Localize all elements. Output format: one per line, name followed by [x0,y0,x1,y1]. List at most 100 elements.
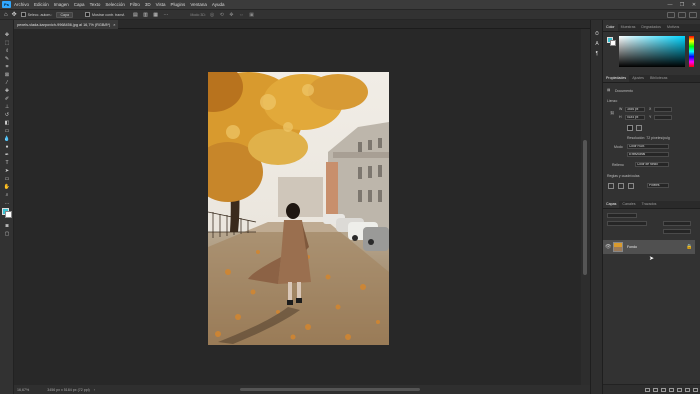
tab-color[interactable]: Color [603,24,618,31]
minimize-button[interactable]: — [664,2,676,8]
link-layers-icon[interactable] [645,387,650,392]
mode-dropdown[interactable]: Color RGB [627,144,669,149]
tab-degradados[interactable]: Degradados [638,24,664,31]
blur-icon[interactable]: 💧 [3,135,11,142]
3d-tool-icons[interactable]: ◎ ⟲ ✥ ⇔ ▣ [210,12,256,18]
fill-opacity-field[interactable] [663,229,691,234]
shape-icon[interactable]: ▭ [3,175,11,182]
color-picker-field[interactable] [619,36,685,67]
brush-icon[interactable]: ✐ [3,95,11,102]
workspace-icon[interactable] [678,11,686,18]
fill-dropdown[interactable]: Color de fondo [635,162,669,167]
hand-icon[interactable]: ✋ [3,183,11,190]
canvas-section-title[interactable]: Lienzo [607,99,617,103]
photoshop-logo-icon[interactable]: Ps [2,1,11,8]
height-field[interactable]: 5184 px [625,115,645,120]
menu-texto[interactable]: Texto [90,2,101,7]
home-icon[interactable]: ⌂ [4,12,8,18]
zoom-level[interactable]: 16,67% [17,388,29,392]
menu-imagen[interactable]: Imagen [54,2,69,7]
grid-icon[interactable] [618,183,624,189]
portrait-orientation-button[interactable] [627,125,633,131]
search-icon[interactable] [667,11,675,18]
healing-icon[interactable]: ✚ [3,87,11,94]
crop-icon[interactable]: ⌗ [3,63,11,70]
share-icon[interactable] [689,11,697,18]
layer-row[interactable]: 👁 Fondo 🔒 [603,240,695,254]
character-panel-icon[interactable]: A [593,40,601,47]
tab-canales[interactable]: Canales [619,201,638,208]
guides-unit-dropdown[interactable]: Píxeles [647,183,669,188]
show-transform-checkbox[interactable] [85,12,91,17]
dodge-icon[interactable]: ● [3,143,11,150]
status-arrow-icon[interactable]: › [94,388,95,392]
menu-vista[interactable]: Vista [156,2,166,7]
document-tab[interactable]: pexels-vlada-karpovich-9968456.jpg al 16… [14,20,118,29]
path-select-icon[interactable]: ➤ [3,167,11,174]
menu-3d[interactable]: 3D [145,2,151,7]
vertical-scroll-thumb[interactable] [583,140,587,275]
tab-bibliotecas[interactable]: Bibliotecas [647,75,670,82]
bit-depth-dropdown[interactable]: 8 bits/canal [627,152,669,157]
menu-plugins[interactable]: Plugins [171,2,186,7]
tab-muestras[interactable]: Muestras [618,24,639,31]
document-photo[interactable] [208,72,389,345]
lasso-icon[interactable]: ℓ [3,47,11,54]
tab-capas[interactable]: Capas [603,201,620,208]
marquee-icon[interactable]: ⬚ [3,39,11,46]
trash-icon[interactable] [693,387,698,392]
align-icons[interactable]: ▤ ▥ ▦ ⋯ [133,12,170,18]
guides-section-title[interactable]: Reglas y cuadrículas [607,174,640,178]
landscape-orientation-button[interactable] [636,125,642,131]
menu-filtro[interactable]: Filtro [130,2,140,7]
type-icon[interactable]: T [3,159,11,166]
fx-icon[interactable] [653,387,658,392]
maximize-button[interactable]: ❐ [676,2,688,8]
new-layer-icon[interactable] [685,387,690,392]
history-brush-icon[interactable]: ↺ [3,111,11,118]
gradient-icon[interactable]: ▭ [3,127,11,134]
autoselect-checkbox[interactable] [20,12,26,17]
menu-edicion[interactable]: Edición [34,2,49,7]
quick-mask-icon[interactable]: ◙ [3,222,11,229]
group-icon[interactable] [677,387,682,392]
menu-ayuda[interactable]: Ayuda [212,2,225,7]
lock-icon[interactable]: 🔒 [686,244,692,250]
mask-icon[interactable] [661,387,666,392]
menu-capa[interactable]: Capa [74,2,85,7]
adjustment-icon[interactable] [669,387,674,392]
blend-mode-dropdown[interactable] [607,221,647,226]
link-icon[interactable]: ⛓ [610,111,614,115]
background-color-swatch[interactable] [5,211,12,218]
screen-mode-icon[interactable]: ▢ [3,230,11,237]
opacity-field[interactable] [663,221,691,226]
tab-trazados[interactable]: Trazados [639,201,660,208]
paragraph-panel-icon[interactable]: ¶ [593,50,601,57]
history-panel-icon[interactable]: ⏱ [593,30,601,37]
eyedropper-icon[interactable]: ⁄ [3,79,11,86]
eye-visibility-icon[interactable]: 👁 [605,244,611,250]
ruler-icon[interactable] [608,183,614,189]
tab-ajustes[interactable]: Ajustes [629,75,647,82]
move-icon[interactable]: ✥ [3,31,11,38]
x-field[interactable] [654,107,672,112]
y-field[interactable] [654,115,672,120]
move-tool-icon[interactable]: ✥ [12,11,17,18]
layer-filter-dropdown[interactable] [607,213,637,218]
close-button[interactable]: ✕ [688,2,700,8]
menu-ventana[interactable]: Ventana [190,2,207,7]
more-tools-icon[interactable]: … [3,199,11,206]
pen-icon[interactable]: ✒ [3,151,11,158]
menu-seleccion[interactable]: Selección [105,2,125,7]
document-tab-close-icon[interactable]: × [113,23,115,27]
width-field[interactable]: 3456 px [625,107,645,112]
hue-slider[interactable] [689,36,694,67]
guides-icon[interactable] [628,183,634,189]
color-bg-swatch[interactable] [610,40,616,46]
frame-icon[interactable]: ⊠ [3,71,11,78]
autoselect-dropdown[interactable]: Capa [56,11,74,18]
horizontal-scroll-thumb[interactable] [240,388,420,391]
tab-motivos[interactable]: Motivos [664,24,682,31]
tab-propiedades[interactable]: Propiedades [603,75,630,82]
stamp-icon[interactable]: ⊥ [3,103,11,110]
